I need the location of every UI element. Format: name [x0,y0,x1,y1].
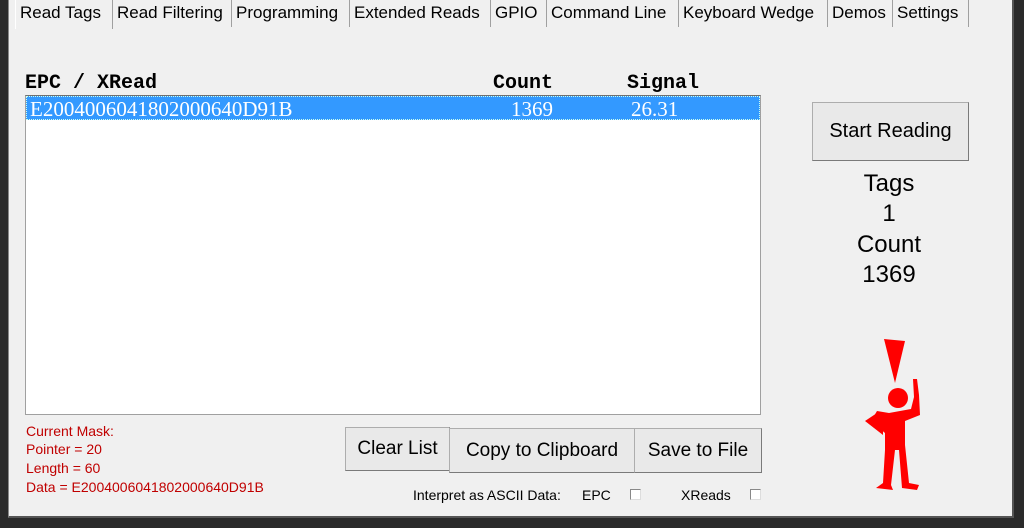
clear-list-button[interactable]: Clear List [345,427,450,471]
mask-length: Length = 60 [26,460,101,476]
tab-settings[interactable]: Settings [893,0,969,27]
epc-checkbox-label: EPC [582,487,611,503]
tag-list[interactable]: E2004006041802000640D91B 1369 26.31 [25,95,761,415]
column-header-signal[interactable]: Signal [627,72,699,95]
copy-to-clipboard-button[interactable]: Copy to Clipboard [449,428,635,473]
tags-label: Tags [863,170,915,197]
tab-read-filtering[interactable]: Read Filtering [113,0,232,27]
xreads-checkbox-label: XReads [681,487,731,503]
count-value: 1369 [862,261,916,288]
ascii-label: Interpret as ASCII Data: [413,487,561,503]
cell-epc: E2004006041802000640D91B [30,97,293,121]
tab-demos[interactable]: Demos [828,0,893,27]
xreads-checkbox[interactable] [750,489,761,500]
tab-programming[interactable]: Programming [232,0,350,27]
tab-read-tags[interactable]: Read Tags [15,0,113,29]
tab-command-line[interactable]: Command Line [547,0,679,27]
cell-count: 1369 [511,97,553,121]
tags-value: 1 [882,200,896,227]
mask-pointer: Pointer = 20 [26,441,102,457]
app-window: Read Tags Read Filtering Programming Ext… [8,0,1014,518]
tab-gpio[interactable]: GPIO [491,0,547,27]
person-exclamation-icon [865,339,920,490]
cell-signal: 26.31 [631,97,679,121]
column-header-count[interactable]: Count [493,72,553,95]
column-header-epc[interactable]: EPC / XRead [25,72,157,95]
count-label: Count [856,231,922,258]
epc-checkbox[interactable] [630,489,641,500]
table-row[interactable]: E2004006041802000640D91B 1369 26.31 [26,96,760,121]
mask-title: Current Mask: [26,423,114,439]
start-reading-button[interactable]: Start Reading [812,102,969,161]
tab-extended-reads[interactable]: Extended Reads [350,0,491,27]
tab-keyboard-wedge[interactable]: Keyboard Wedge [679,0,828,27]
save-to-file-button[interactable]: Save to File [634,428,762,473]
mask-data: Data = E2004006041802000640D91B [26,479,264,495]
